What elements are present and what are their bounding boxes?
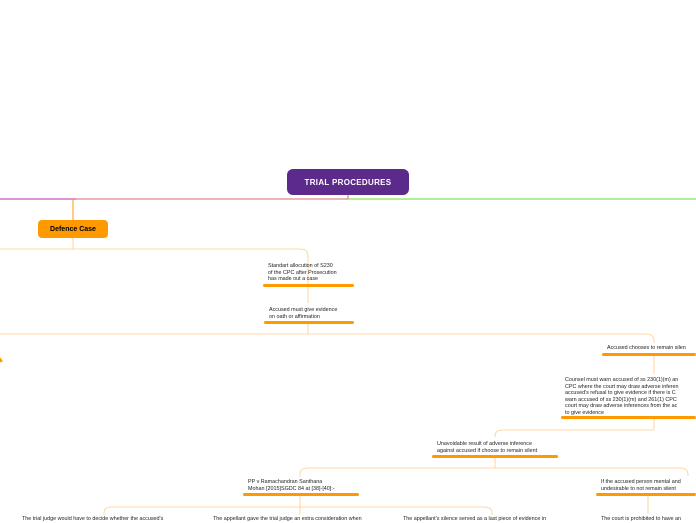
node-trial-judge-decide[interactable]: The trial judge would have to decide whe… bbox=[22, 516, 192, 523]
node-appellant-silence[interactable]: The appellant's silence served as a last… bbox=[403, 516, 573, 523]
branch-left bbox=[76, 195, 349, 200]
defence-case-topic[interactable]: Defence Case bbox=[38, 220, 108, 238]
node-court-prohibited[interactable]: The court is prohibited to have an bbox=[601, 516, 696, 523]
mind-map-connectors bbox=[0, 195, 696, 515]
underline bbox=[263, 284, 354, 287]
accused-spread bbox=[0, 333, 655, 343]
node-unavoidable-inference[interactable]: Unavoidable result of adverse inference … bbox=[437, 441, 557, 454]
underline bbox=[243, 493, 359, 496]
to-pp-case bbox=[299, 467, 309, 477]
pp-spread bbox=[112, 506, 493, 515]
underline bbox=[432, 455, 558, 458]
node-accused-evidence[interactable]: Accused must give evidence on oath or af… bbox=[269, 307, 357, 320]
node-appellant-gave[interactable]: The appellant gave the trial judge an ex… bbox=[213, 516, 391, 523]
to-trial-judge bbox=[103, 506, 113, 515]
node-pp-case[interactable]: PP v Ramachandran Santhana Mohan [2015]S… bbox=[248, 479, 356, 492]
underline bbox=[602, 353, 696, 356]
node-remain-silent[interactable]: Accused chooses to remain silen bbox=[607, 345, 696, 352]
defence-spread bbox=[0, 248, 309, 284]
counsel-to-unavoidable bbox=[494, 429, 504, 437]
underline bbox=[561, 416, 696, 419]
underline bbox=[264, 321, 354, 324]
underline bbox=[596, 493, 696, 496]
node-mental-condition[interactable]: If the accused person mental and undesir… bbox=[601, 479, 696, 492]
unavoidable-spread bbox=[308, 467, 689, 476]
left-stub bbox=[0, 357, 3, 363]
node-standard-allocution[interactable]: Standart allocution of S230 of the CPC a… bbox=[268, 263, 358, 283]
node-counsel-warn[interactable]: Counsel must warn accused of ss 230(1)(m… bbox=[565, 377, 696, 416]
root-topic[interactable]: TRIAL PROCEDURES bbox=[287, 169, 409, 195]
